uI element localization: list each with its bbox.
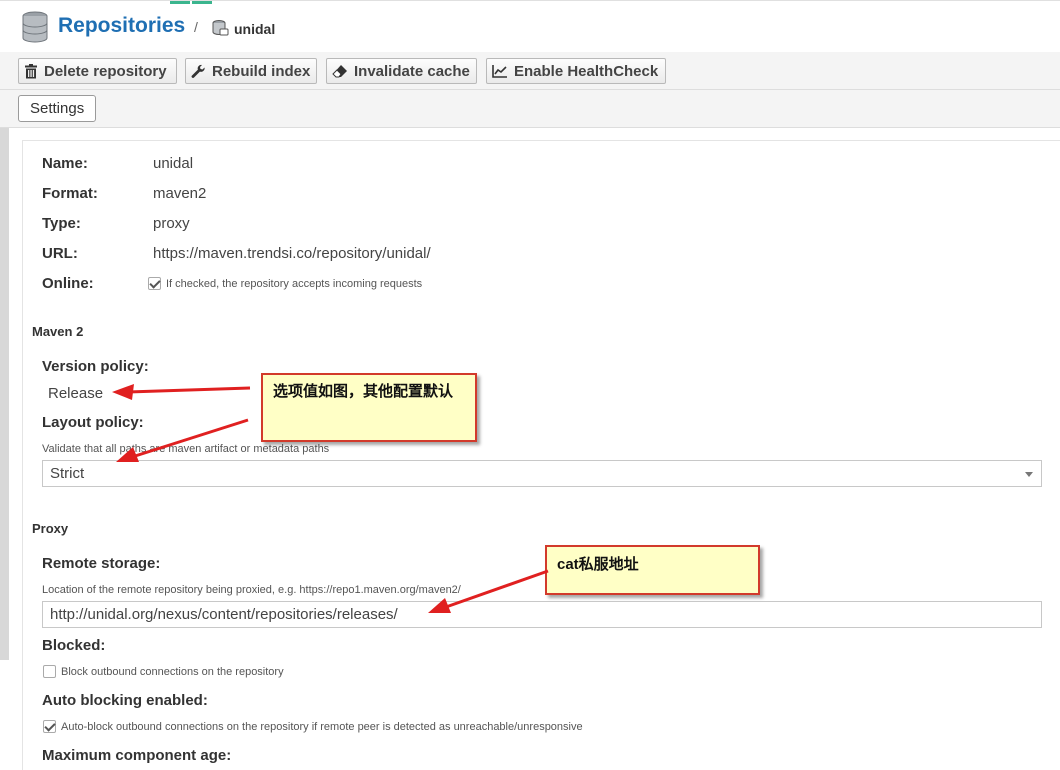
remote-storage-input[interactable]: http://unidal.org/nexus/content/reposito… bbox=[42, 601, 1042, 628]
maven-section-title: Maven 2 bbox=[32, 324, 84, 339]
blocked-help-text: Block outbound connections on the reposi… bbox=[61, 666, 284, 678]
version-policy-label: Version policy: bbox=[42, 358, 149, 375]
rebuild-index-button[interactable]: Rebuild index bbox=[185, 58, 317, 84]
layout-policy-value: Strict bbox=[50, 465, 85, 482]
auto-blocking-label: Auto blocking enabled: bbox=[42, 692, 208, 709]
invalidate-cache-button[interactable]: Invalidate cache bbox=[326, 58, 477, 84]
remote-storage-value: http://unidal.org/nexus/content/reposito… bbox=[50, 606, 398, 623]
auto-blocking-checkbox[interactable] bbox=[43, 720, 56, 733]
page-header: Repositories / unidal bbox=[0, 0, 1060, 52]
max-component-age-label: Maximum component age: bbox=[42, 747, 232, 764]
top-accent-bar bbox=[170, 1, 190, 4]
blocked-label: Blocked: bbox=[42, 637, 106, 654]
url-value[interactable]: https://maven.trendsi.co/repository/unid… bbox=[153, 245, 431, 262]
tab-settings[interactable]: Settings bbox=[18, 95, 97, 122]
layout-policy-help: Validate that all paths are maven artifa… bbox=[42, 443, 330, 455]
format-value: maven2 bbox=[153, 185, 207, 202]
breadcrumb-separator: / bbox=[194, 19, 198, 35]
chevron-down-icon[interactable] bbox=[1025, 472, 1033, 477]
online-checkbox[interactable] bbox=[148, 277, 161, 290]
wrench-icon bbox=[191, 64, 205, 78]
name-label: Name: bbox=[42, 155, 88, 172]
invalidate-cache-label: Invalidate cache bbox=[354, 62, 470, 80]
settings-tab-bar: Settings bbox=[0, 90, 1060, 128]
remote-storage-label: Remote storage: bbox=[42, 555, 161, 572]
annotation-note-default-config: 选项值如图，其他配置默认 bbox=[261, 373, 477, 442]
top-accent-bar bbox=[192, 1, 212, 4]
online-label: Online: bbox=[42, 275, 94, 292]
layout-policy-label: Layout policy: bbox=[42, 414, 144, 431]
remote-storage-help: Location of the remote repository being … bbox=[42, 584, 461, 596]
enable-healthcheck-label: Enable HealthCheck bbox=[514, 62, 659, 80]
enable-healthcheck-button[interactable]: Enable HealthCheck bbox=[486, 58, 666, 84]
format-label: Format: bbox=[42, 185, 98, 202]
annotation-note-cat-server: cat私服地址 bbox=[545, 545, 760, 595]
database-icon bbox=[22, 11, 48, 43]
online-help-text: If checked, the repository accepts incom… bbox=[166, 278, 423, 290]
blocked-checkbox[interactable] bbox=[43, 665, 56, 678]
line-chart-icon bbox=[492, 65, 507, 78]
trash-icon bbox=[25, 63, 37, 78]
layout-policy-select[interactable]: Strict bbox=[42, 460, 1042, 487]
rebuild-index-label: Rebuild index bbox=[212, 62, 311, 80]
version-policy-value: Release bbox=[48, 385, 104, 402]
delete-repository-button[interactable]: Delete repository bbox=[18, 58, 177, 84]
url-label: URL: bbox=[42, 245, 78, 262]
proxy-section-title: Proxy bbox=[32, 521, 69, 536]
delete-repository-label: Delete repository bbox=[44, 62, 167, 80]
auto-blocking-help-text: Auto-block outbound connections on the r… bbox=[61, 721, 583, 733]
eraser-icon bbox=[332, 65, 347, 78]
type-label: Type: bbox=[42, 215, 81, 232]
repository-icon bbox=[212, 20, 229, 36]
scroll-strip[interactable] bbox=[0, 128, 9, 660]
type-value: proxy bbox=[153, 215, 190, 232]
page-title[interactable]: Repositories bbox=[58, 14, 185, 38]
breadcrumb-current: unidal bbox=[234, 21, 276, 37]
name-value: unidal bbox=[153, 155, 194, 172]
repository-toolbar: Delete repository Rebuild index Invalida… bbox=[0, 52, 1060, 90]
